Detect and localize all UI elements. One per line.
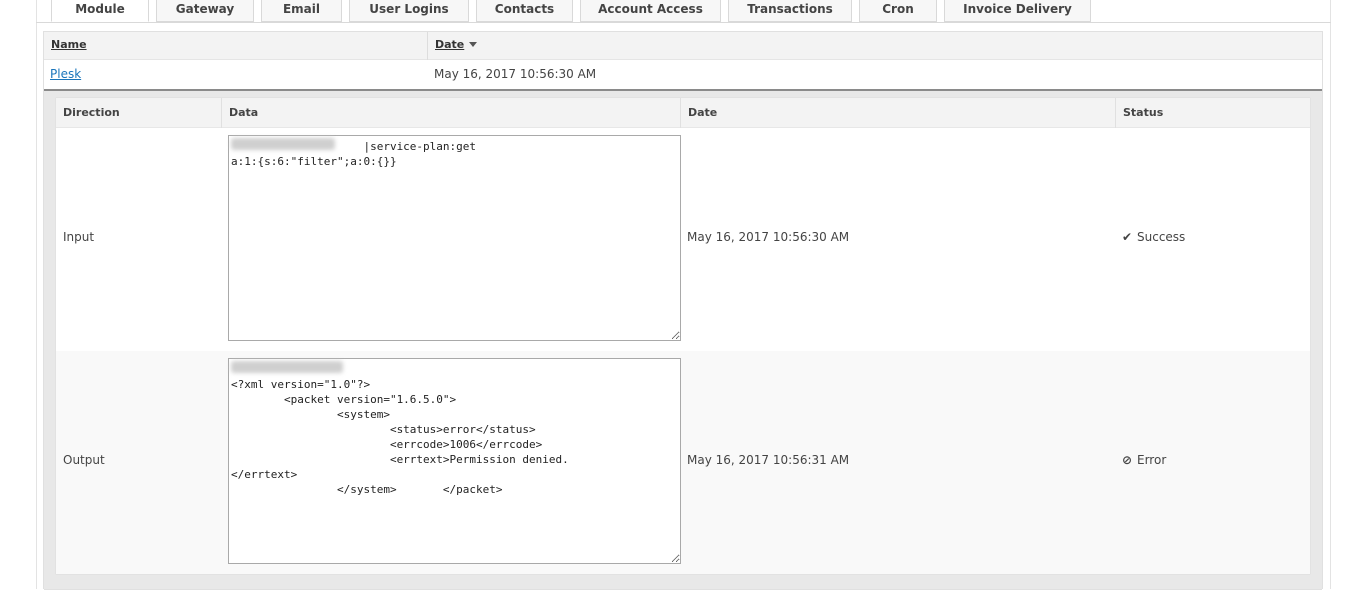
detail-table-header: Direction Data Date Status xyxy=(56,98,1310,128)
header-separator xyxy=(427,32,428,60)
tab-invoice-delivery[interactable]: Invoice Delivery xyxy=(944,0,1091,22)
detail-panel: Direction Data Date Status Input |servic… xyxy=(44,91,1322,590)
status-label: Error xyxy=(1137,453,1167,467)
table-row: Output <?xml version="1.0"?> <packet ver… xyxy=(56,351,1310,574)
tab-contacts[interactable]: Contacts xyxy=(476,0,573,22)
tab-gateway[interactable]: Gateway xyxy=(156,0,254,22)
status-cell: ✔ Success xyxy=(1122,230,1185,244)
redacted-value xyxy=(231,138,335,150)
tab-cron[interactable]: Cron xyxy=(859,0,937,22)
redacted-value xyxy=(231,361,343,373)
date-column-label: Date xyxy=(435,38,465,51)
status-cell: ⊘ Error xyxy=(1122,453,1166,467)
tab-account-access[interactable]: Account Access xyxy=(580,0,721,22)
detail-table: Direction Data Date Status Input |servic… xyxy=(55,97,1311,575)
header-separator xyxy=(221,98,222,128)
name-column-header[interactable]: Name xyxy=(51,38,87,51)
module-name-link[interactable]: Plesk xyxy=(50,67,81,81)
module-log-date: May 16, 2017 10:56:30 AM xyxy=(434,67,597,81)
request-data-textarea[interactable]: |service-plan:get a:1:{s:6:"filter";a:0:… xyxy=(228,135,681,341)
log-tabs: Module Gateway Email User Logins Contact… xyxy=(51,0,1091,22)
date-cell: May 16, 2017 10:56:30 AM xyxy=(687,230,850,244)
direction-cell: Input xyxy=(63,230,95,244)
header-separator xyxy=(680,98,681,128)
tab-divider xyxy=(36,22,1331,23)
header-separator xyxy=(1115,98,1116,128)
status-column-header: Status xyxy=(1123,106,1164,119)
response-data-textarea[interactable]: <?xml version="1.0"?> <packet version="1… xyxy=(228,358,681,564)
tab-user-logins[interactable]: User Logins xyxy=(349,0,469,22)
direction-cell: Output xyxy=(63,453,105,467)
status-label: Success xyxy=(1137,230,1186,244)
module-log-header: Name Date xyxy=(44,32,1322,60)
data-column-header: Data xyxy=(229,106,259,119)
check-icon: ✔ xyxy=(1122,230,1133,244)
tab-module[interactable]: Module xyxy=(51,0,149,22)
date-cell: May 16, 2017 10:56:31 AM xyxy=(687,453,850,467)
module-log-table: Name Date Plesk May 16, 2017 10:56:30 AM… xyxy=(43,31,1323,590)
direction-column-header: Direction xyxy=(63,106,120,119)
date-column-header[interactable]: Date xyxy=(435,38,478,51)
tab-transactions[interactable]: Transactions xyxy=(728,0,852,22)
sort-desc-icon xyxy=(469,42,478,47)
table-row: Input |service-plan:get a:1:{s:6:"filter… xyxy=(56,128,1310,351)
date-column-header: Date xyxy=(688,106,718,119)
ban-icon: ⊘ xyxy=(1122,453,1133,467)
table-row: Plesk May 16, 2017 10:56:30 AM xyxy=(44,60,1322,90)
tab-email[interactable]: Email xyxy=(261,0,342,22)
